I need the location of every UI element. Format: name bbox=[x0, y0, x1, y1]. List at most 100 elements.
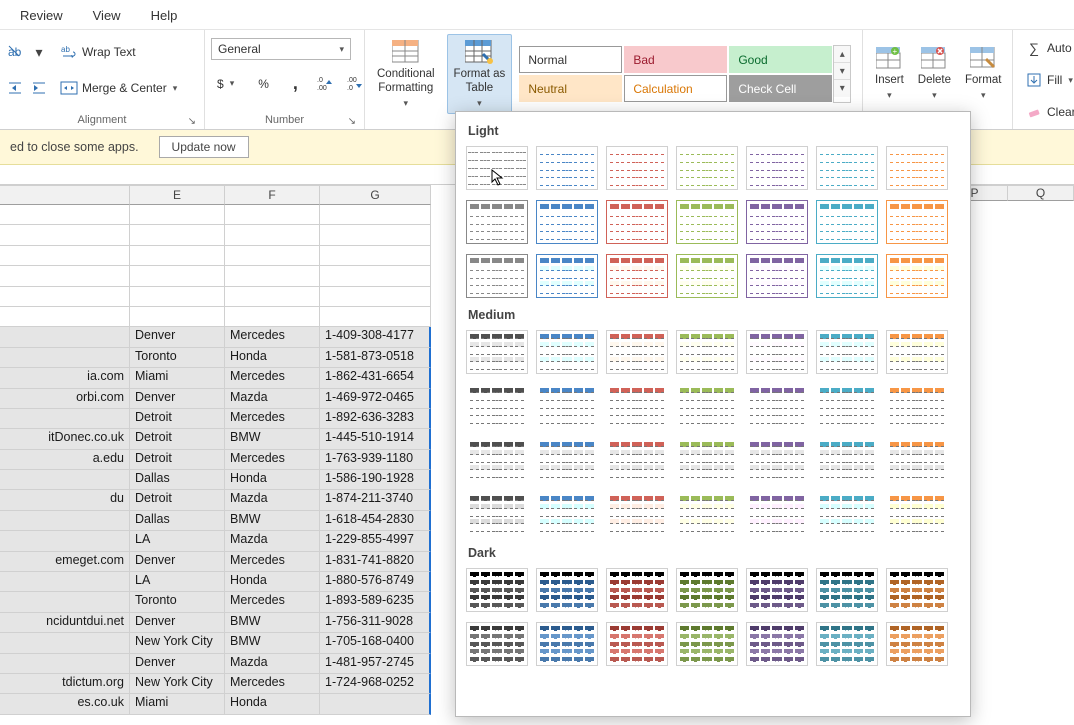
accounting-format-button[interactable]: $ ▾ bbox=[211, 72, 240, 96]
table-style-swatch[interactable] bbox=[606, 254, 668, 298]
table-style-swatch[interactable] bbox=[466, 254, 528, 298]
cell[interactable]: New York City bbox=[130, 674, 225, 694]
cell[interactable]: du bbox=[0, 490, 130, 510]
cell[interactable] bbox=[0, 511, 130, 531]
table-style-swatch[interactable] bbox=[466, 330, 528, 374]
table-style-swatch[interactable] bbox=[606, 438, 668, 482]
cell[interactable]: Miami bbox=[130, 368, 225, 388]
cell[interactable]: Mazda bbox=[225, 654, 320, 674]
cell[interactable]: BMW bbox=[225, 633, 320, 653]
cell[interactable]: Honda bbox=[225, 348, 320, 368]
table-style-swatch[interactable] bbox=[536, 438, 598, 482]
tab-view[interactable]: View bbox=[93, 8, 121, 23]
table-style-swatch[interactable] bbox=[746, 492, 808, 536]
table-style-swatch[interactable] bbox=[466, 384, 528, 428]
cell[interactable] bbox=[0, 348, 130, 368]
table-style-swatch[interactable] bbox=[536, 254, 598, 298]
percent-format-button[interactable]: % bbox=[252, 72, 275, 96]
increase-decimal-icon[interactable]: .0.00 bbox=[316, 75, 334, 93]
cell[interactable]: Denver bbox=[130, 552, 225, 572]
gallery-scroll-down[interactable]: ▾ bbox=[834, 63, 850, 80]
cell[interactable]: 1-229-855-4997 bbox=[320, 531, 431, 551]
cell[interactable]: 1-409-308-4177 bbox=[320, 327, 431, 347]
table-style-swatch[interactable] bbox=[466, 438, 528, 482]
cell[interactable] bbox=[0, 409, 130, 429]
insert-button[interactable]: + Insert ▾ bbox=[869, 41, 910, 105]
clear-button[interactable]: Clear bbox=[1019, 98, 1074, 126]
cell[interactable]: itDonec.co.uk bbox=[0, 429, 130, 449]
cell[interactable]: Detroit bbox=[130, 429, 225, 449]
cell[interactable]: BMW bbox=[225, 429, 320, 449]
tab-help[interactable]: Help bbox=[151, 8, 178, 23]
cell[interactable]: 1-862-431-6654 bbox=[320, 368, 431, 388]
cell[interactable]: BMW bbox=[225, 613, 320, 633]
cell[interactable]: Mercedes bbox=[225, 674, 320, 694]
cell[interactable] bbox=[0, 470, 130, 490]
cell[interactable]: 1-705-168-0400 bbox=[320, 633, 431, 653]
cell[interactable]: nciduntdui.net bbox=[0, 613, 130, 633]
cell[interactable]: es.co.uk bbox=[0, 694, 130, 714]
format-button[interactable]: Format ▾ bbox=[959, 41, 1007, 105]
increase-indent-icon[interactable] bbox=[30, 79, 48, 97]
cell[interactable]: Mercedes bbox=[225, 327, 320, 347]
table-style-swatch[interactable] bbox=[536, 384, 598, 428]
cell[interactable]: 1-581-873-0518 bbox=[320, 348, 431, 368]
dialog-launcher-icon[interactable]: ↘ bbox=[188, 116, 196, 127]
cell[interactable]: Dallas bbox=[130, 511, 225, 531]
cell[interactable]: Mercedes bbox=[225, 450, 320, 470]
table-style-swatch[interactable] bbox=[816, 384, 878, 428]
table-style-swatch[interactable] bbox=[816, 438, 878, 482]
table-style-swatch[interactable] bbox=[816, 492, 878, 536]
cell[interactable]: Denver bbox=[130, 654, 225, 674]
table-style-swatch[interactable] bbox=[606, 384, 668, 428]
table-style-swatch[interactable] bbox=[536, 492, 598, 536]
table-style-swatch[interactable] bbox=[676, 254, 738, 298]
cell[interactable] bbox=[0, 633, 130, 653]
table-style-swatch[interactable] bbox=[746, 146, 808, 190]
table-style-swatch[interactable] bbox=[466, 146, 528, 190]
table-style-swatch[interactable] bbox=[536, 330, 598, 374]
cell[interactable]: Mazda bbox=[225, 389, 320, 409]
table-style-swatch[interactable] bbox=[746, 622, 808, 666]
cell[interactable]: Honda bbox=[225, 470, 320, 490]
table-style-swatch[interactable] bbox=[886, 200, 948, 244]
table-style-swatch[interactable] bbox=[606, 622, 668, 666]
cell[interactable]: Denver bbox=[130, 327, 225, 347]
cell[interactable]: Dallas bbox=[130, 470, 225, 490]
table-style-swatch[interactable] bbox=[816, 200, 878, 244]
dialog-launcher-icon[interactable]: ↘ bbox=[348, 116, 356, 127]
table-style-swatch[interactable] bbox=[746, 200, 808, 244]
cell[interactable]: 1-481-957-2745 bbox=[320, 654, 431, 674]
orientation-icon[interactable]: ab bbox=[6, 43, 24, 61]
col-header-e[interactable]: E bbox=[130, 185, 225, 205]
table-style-swatch[interactable] bbox=[816, 330, 878, 374]
table-style-swatch[interactable] bbox=[676, 622, 738, 666]
cell[interactable]: 1-724-968-0252 bbox=[320, 674, 431, 694]
table-style-swatch[interactable] bbox=[466, 568, 528, 612]
cell[interactable]: 1-880-576-8749 bbox=[320, 572, 431, 592]
cell[interactable] bbox=[0, 654, 130, 674]
cell[interactable] bbox=[0, 327, 130, 347]
cell[interactable]: 1-892-636-3283 bbox=[320, 409, 431, 429]
cell[interactable]: 1-618-454-2830 bbox=[320, 511, 431, 531]
cell[interactable]: orbi.com bbox=[0, 389, 130, 409]
cell[interactable]: Miami bbox=[130, 694, 225, 714]
cell[interactable] bbox=[0, 531, 130, 551]
table-style-swatch[interactable] bbox=[886, 254, 948, 298]
table-style-swatch[interactable] bbox=[606, 568, 668, 612]
table-style-swatch[interactable] bbox=[466, 200, 528, 244]
decrease-indent-icon[interactable] bbox=[6, 79, 24, 97]
cell[interactable]: Mazda bbox=[225, 531, 320, 551]
cell[interactable]: 1-874-211-3740 bbox=[320, 490, 431, 510]
table-style-swatch[interactable] bbox=[886, 330, 948, 374]
cell[interactable]: Denver bbox=[130, 613, 225, 633]
table-style-swatch[interactable] bbox=[536, 200, 598, 244]
table-style-swatch[interactable] bbox=[746, 568, 808, 612]
cell[interactable]: Mercedes bbox=[225, 592, 320, 612]
cell[interactable]: 1-586-190-1928 bbox=[320, 470, 431, 490]
table-style-swatch[interactable] bbox=[746, 330, 808, 374]
cell[interactable]: 1-469-972-0465 bbox=[320, 389, 431, 409]
table-style-swatch[interactable] bbox=[606, 330, 668, 374]
table-style-swatch[interactable] bbox=[886, 568, 948, 612]
table-style-swatch[interactable] bbox=[886, 492, 948, 536]
